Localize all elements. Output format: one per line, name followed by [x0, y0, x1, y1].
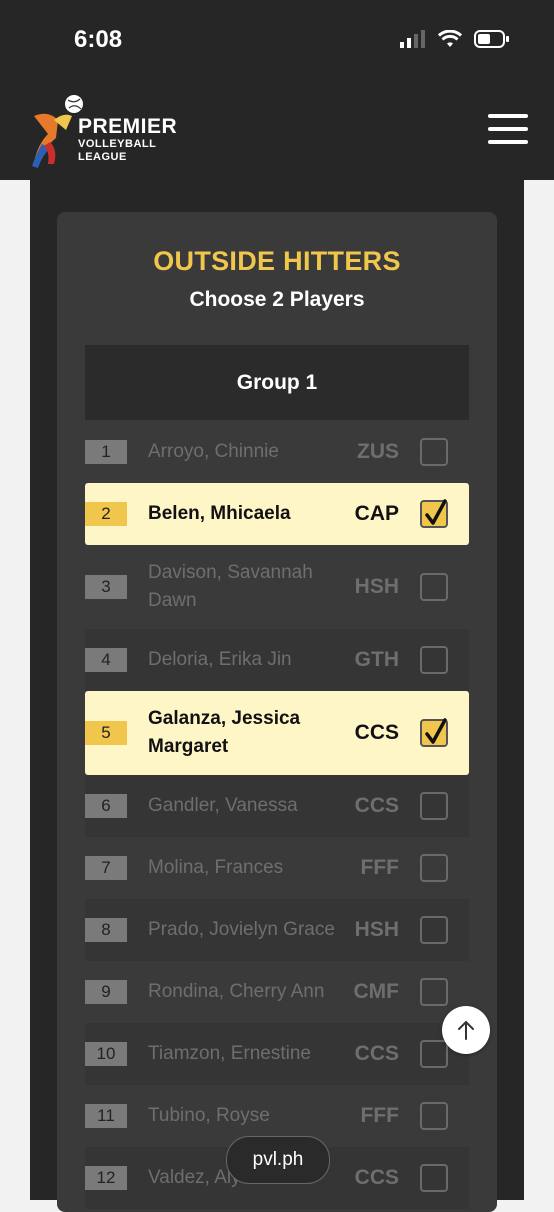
status-icons	[400, 30, 510, 48]
player-row[interactable]: 2 Belen, Mhicaela CAP	[85, 483, 469, 545]
player-number: 6	[85, 794, 127, 818]
checkbox[interactable]	[420, 854, 448, 882]
player-name: Tubino, Royse	[148, 1105, 270, 1126]
section-title: OUTSIDE HITTERS	[153, 246, 401, 276]
signal-icon	[400, 30, 425, 48]
checkbox[interactable]	[420, 573, 448, 601]
player-name: Deloria, Erika Jin	[148, 649, 292, 670]
player-team: CAP	[354, 502, 399, 525]
player-row[interactable]: 4 Deloria, Erika Jin GTH	[85, 629, 469, 691]
player-team: CMF	[353, 980, 400, 1003]
wifi-icon	[438, 30, 462, 47]
player-name: Belen, Mhicaela	[148, 503, 291, 524]
player-team: FFF	[360, 856, 399, 879]
player-row[interactable]: 10 Tiamzon, Ernestine CCS	[85, 1023, 469, 1085]
player-number: 9	[85, 980, 127, 1004]
status-time: 6:08	[74, 26, 123, 53]
pvl-logo[interactable]: PREMIER VOLLEYBALL LEAGUE	[28, 90, 177, 172]
checkmark-icon	[425, 499, 447, 525]
hamburger-menu-icon[interactable]	[488, 114, 528, 148]
scroll-to-top-button[interactable]	[442, 1006, 490, 1054]
logo-line-3: LEAGUE	[78, 151, 127, 163]
player-number: 5	[85, 721, 127, 745]
logo-line-2: VOLLEYBALL	[78, 138, 157, 150]
checkbox[interactable]	[420, 1040, 448, 1068]
status-bar: 6:08	[0, 0, 554, 84]
player-name: Gandler, Vanessa	[148, 795, 298, 816]
player-row[interactable]: 9 Rondina, Cherry Ann CMF	[85, 961, 469, 1023]
arrow-up-icon	[458, 1020, 474, 1040]
player-row[interactable]: 1 Arroyo, Chinnie ZUS	[85, 421, 469, 483]
player-row[interactable]: 6 Gandler, Vanessa CCS	[85, 775, 469, 837]
checkbox[interactable]	[420, 978, 448, 1006]
checkbox[interactable]	[420, 792, 448, 820]
player-number: 10	[85, 1042, 127, 1066]
player-name: Rondina, Cherry Ann	[148, 981, 325, 1002]
player-team: FFF	[360, 1104, 399, 1127]
player-name: Galanza, Jessica Margaret	[148, 708, 301, 757]
player-team: CCS	[354, 1042, 399, 1065]
player-number: 3	[85, 575, 127, 599]
browser-url-pill[interactable]: pvl.ph	[226, 1136, 330, 1184]
player-name: Arroyo, Chinnie	[148, 441, 279, 462]
site-header: PREMIER VOLLEYBALL LEAGUE	[0, 84, 554, 180]
player-team: GTH	[354, 648, 399, 671]
checkbox-checked[interactable]	[420, 499, 448, 528]
player-name: Tiamzon, Ernestine	[148, 1043, 311, 1064]
checkmark-icon	[425, 718, 447, 744]
player-number: 4	[85, 648, 127, 672]
player-team: HSH	[354, 575, 399, 598]
checkbox-checked[interactable]	[420, 718, 448, 747]
player-name: Molina, Frances	[148, 857, 284, 878]
checkbox[interactable]	[420, 916, 448, 944]
player-team: HSH	[354, 918, 399, 941]
battery-icon	[474, 30, 509, 48]
checkbox[interactable]	[420, 438, 448, 466]
player-row[interactable]: 7 Molina, Frances FFF	[85, 837, 469, 899]
page-margin-right	[524, 180, 554, 1200]
player-team: ZUS	[357, 440, 399, 463]
page-margin-left	[0, 180, 30, 1200]
player-number: 7	[85, 856, 127, 880]
section-subtitle: Choose 2 Players	[189, 288, 365, 311]
player-row[interactable]: 3 Davison, Savannah Dawn HSH	[85, 545, 469, 629]
player-number: 12	[85, 1166, 127, 1190]
player-row[interactable]: 8 Prado, Jovielyn Grace HSH	[85, 899, 469, 961]
player-team: CCS	[354, 794, 399, 817]
checkbox[interactable]	[420, 1164, 448, 1192]
group-header: Group 1	[85, 345, 469, 420]
player-number: 8	[85, 918, 127, 942]
checkbox[interactable]	[420, 1102, 448, 1130]
player-number: 1	[85, 440, 127, 464]
checkbox[interactable]	[420, 646, 448, 674]
player-row[interactable]: 5 Galanza, Jessica Margaret CCS	[85, 691, 469, 775]
logo-line-1: PREMIER	[78, 115, 178, 138]
player-team: CCS	[354, 721, 399, 744]
player-team: CCS	[354, 1166, 399, 1189]
player-name: Davison, Savannah Dawn	[148, 562, 313, 611]
player-number: 2	[85, 502, 127, 526]
player-name: Prado, Jovielyn Grace	[148, 919, 335, 940]
player-number: 11	[85, 1104, 127, 1128]
logo-wordmark: PREMIER VOLLEYBALL LEAGUE	[78, 116, 177, 163]
